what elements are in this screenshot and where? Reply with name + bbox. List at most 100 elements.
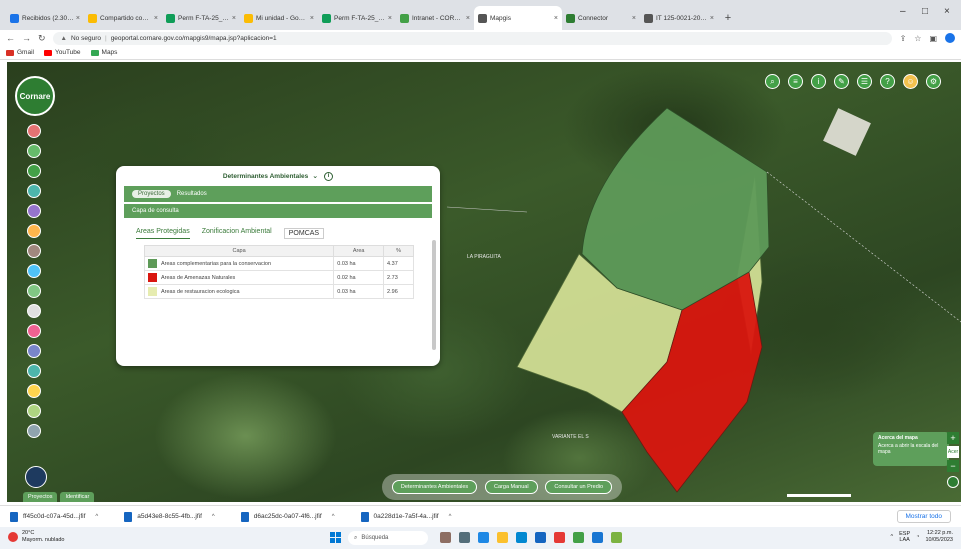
chevron-up-icon[interactable]: ^ xyxy=(332,514,335,520)
bookmark-item[interactable]: Maps xyxy=(90,49,117,56)
download-item[interactable]: 0a228d1e-7a5f-4a...jfif ^ xyxy=(360,511,452,522)
left-tool-icon-12[interactable] xyxy=(27,344,41,358)
left-tool-icon-1[interactable] xyxy=(27,124,41,138)
back-icon[interactable]: ← xyxy=(6,33,15,43)
browser-tab[interactable]: Mapgis × xyxy=(474,6,562,30)
new-tab-icon[interactable]: + xyxy=(718,6,738,30)
weather-widget[interactable]: 20°C Mayorm. nublado xyxy=(8,530,65,544)
windows-start-icon[interactable] xyxy=(330,532,341,543)
tab-close-icon[interactable]: × xyxy=(76,15,80,22)
chrome-icon[interactable] xyxy=(554,532,565,543)
bookmark-item[interactable]: YouTube xyxy=(43,49,81,56)
word-icon[interactable] xyxy=(592,532,603,543)
url-field[interactable]: ▲ No seguro | geoportal.cornare.gov.co/m… xyxy=(52,31,892,45)
browser-tab[interactable]: Mi unidad - Google D× xyxy=(240,6,318,30)
cornare-logo[interactable]: Cornare xyxy=(15,76,55,116)
tab-identificar[interactable]: Identificar xyxy=(60,492,95,502)
info-icon[interactable]: i xyxy=(324,171,334,181)
forward-icon[interactable]: → xyxy=(22,33,31,43)
left-tool-icon-6[interactable] xyxy=(27,224,41,238)
browser-tab[interactable]: Perm F-TA-25_TRAM× xyxy=(162,6,240,30)
panel-scrollbar[interactable] xyxy=(432,240,436,350)
show-all-button[interactable]: Mostrar todo xyxy=(896,510,951,523)
left-tool-icon-10[interactable] xyxy=(27,304,41,318)
app-icon-1[interactable] xyxy=(440,532,451,543)
left-tool-icon-7[interactable] xyxy=(27,244,41,258)
help-tool-icon[interactable]: ? xyxy=(880,74,895,89)
tab-close-icon[interactable]: × xyxy=(310,15,314,22)
browser-tab[interactable]: IT 125-0021-2020 Ex× xyxy=(640,6,718,30)
browser-tab[interactable]: Compartido conmigo× xyxy=(84,6,162,30)
zoom-in-button[interactable]: + xyxy=(947,432,959,444)
file-explorer-icon[interactable] xyxy=(497,532,508,543)
left-tool-icon-9[interactable] xyxy=(27,284,41,298)
left-tool-icon-11[interactable] xyxy=(27,324,41,338)
left-tool-icon-3[interactable] xyxy=(27,164,41,178)
bookmark-star-icon[interactable]: ☆ xyxy=(914,34,921,43)
share-icon[interactable]: ⇪ xyxy=(900,34,907,43)
left-tool-icon-13[interactable] xyxy=(27,364,41,378)
tab-close-icon[interactable]: × xyxy=(232,15,236,22)
consultar-predio-button[interactable]: Consultar un Predio xyxy=(545,480,613,494)
map-canvas[interactable]: LA PIRAGUITA VARIANTE EL S Cornare ⌕ ≡ i… xyxy=(7,62,961,502)
table-row[interactable]: Areas de restauracion ecologica 0.03 ha 2.… xyxy=(143,284,414,299)
locate-icon[interactable] xyxy=(947,476,959,488)
left-tool-icon-2[interactable] xyxy=(27,144,41,158)
chevron-up-icon[interactable]: ^ xyxy=(95,514,98,520)
browser-tab[interactable]: Intranet - CORNARE× xyxy=(396,6,474,30)
left-tool-icon-8[interactable] xyxy=(27,264,41,278)
projects-pill[interactable]: Proyectos xyxy=(132,190,171,198)
close-window-icon[interactable]: × xyxy=(944,6,950,17)
tab-close-icon[interactable]: × xyxy=(388,15,392,22)
download-item[interactable]: a5d43e8-8c55-4fb...jfif ^ xyxy=(124,511,215,522)
profile-avatar[interactable] xyxy=(945,33,955,43)
download-item[interactable]: d6ac25dc-0a07-4f6...jfif ^ xyxy=(240,511,335,522)
tab-close-icon[interactable]: × xyxy=(554,15,558,22)
tab-zonificacion[interactable]: Zonificacion Ambiental xyxy=(202,228,272,239)
app-icon-10[interactable] xyxy=(611,532,622,543)
app-icon-2[interactable] xyxy=(459,532,470,543)
zoom-out-button[interactable]: − xyxy=(947,460,959,472)
layers-tool-icon[interactable]: ≡ xyxy=(788,74,803,89)
wifi-icon[interactable]: ◔ xyxy=(916,534,919,540)
determinantes-button[interactable]: Determinantes Ambientales xyxy=(391,480,478,494)
sidebar-icon[interactable]: ▣ xyxy=(929,34,937,43)
settings-tool-icon[interactable]: ⚙ xyxy=(926,74,941,89)
maximize-icon[interactable]: □ xyxy=(922,6,928,17)
tab-areas-protegidas[interactable]: Areas Protegidas xyxy=(136,228,190,239)
clock[interactable]: 12:22 p.m. 10/05/2023 xyxy=(925,530,953,544)
app-icon-3[interactable] xyxy=(478,532,489,543)
browser-tab[interactable]: Connector × xyxy=(562,6,640,30)
app-icon-6[interactable] xyxy=(535,532,546,543)
tab-pomcas[interactable]: POMCAS xyxy=(283,228,325,239)
edge-icon[interactable] xyxy=(516,532,527,543)
app-icon-8[interactable] xyxy=(573,532,584,543)
edit-tool-icon[interactable]: ✎ xyxy=(834,74,849,89)
table-row[interactable]: Areas complementarias para la conservaci… xyxy=(143,256,414,271)
chevron-up-icon[interactable]: ^ xyxy=(212,514,215,520)
tray-chevron-icon[interactable]: ^ xyxy=(891,534,894,540)
tab-close-icon[interactable]: × xyxy=(466,15,470,22)
minimize-icon[interactable]: – xyxy=(900,6,906,17)
browser-tab[interactable]: Perm F-TA-25_TRAM× xyxy=(318,6,396,30)
left-tool-icon-15[interactable] xyxy=(27,404,41,418)
user-tool-icon[interactable]: ☺ xyxy=(903,74,918,89)
bookmark-item[interactable]: Gmail xyxy=(6,49,34,56)
table-row[interactable]: Areas de Amenazas Naturales 0.02 ha 2.73 xyxy=(143,270,414,285)
tab-close-icon[interactable]: × xyxy=(632,15,636,22)
browser-tab[interactable]: Recibidos (2.300) - cor× xyxy=(6,6,84,30)
download-item[interactable]: ff45c0d-c07a-45d...jfif ^ xyxy=(10,511,98,522)
tab-close-icon[interactable]: × xyxy=(154,15,158,22)
left-tool-icon-4[interactable] xyxy=(27,184,41,198)
chevron-up-icon[interactable]: ^ xyxy=(449,514,452,520)
tab-proyectos[interactable]: Proyectos xyxy=(23,492,58,502)
tab-close-icon[interactable]: × xyxy=(710,15,714,22)
list-tool-icon[interactable]: ☰ xyxy=(857,74,872,89)
chevron-down-icon[interactable]: ⌄ xyxy=(312,172,318,180)
taskbar-search[interactable]: ⌕ Búsqueda xyxy=(348,531,428,545)
left-tool-icon-5[interactable] xyxy=(27,204,41,218)
info-tool-icon[interactable]: i xyxy=(811,74,826,89)
search-tool-icon[interactable]: ⌕ xyxy=(765,74,780,89)
carga-manual-button[interactable]: Carga Manual xyxy=(485,480,538,494)
compass-icon[interactable] xyxy=(25,466,47,488)
